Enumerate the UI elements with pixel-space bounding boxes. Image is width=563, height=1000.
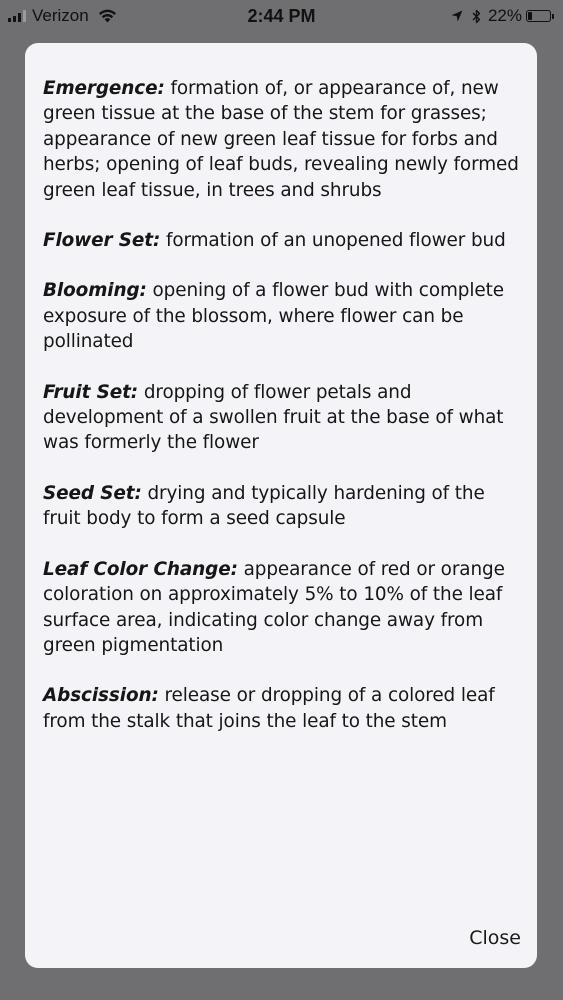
term-definition: formation of an unopened flower bud (165, 230, 506, 252)
battery-percent: 22% (487, 6, 522, 25)
definitions-list: Emergence: formation of, or appearance o… (43, 76, 523, 759)
term-name: Fruit Set: (43, 381, 139, 403)
term-name: Flower Set: (43, 230, 161, 252)
status-right: 22% (451, 6, 554, 25)
battery-icon (526, 10, 554, 22)
close-button[interactable]: Close (469, 927, 521, 949)
term-name: Leaf Color Change: (43, 558, 238, 580)
bluetooth-icon (472, 9, 481, 24)
definition-item-emergence: Emergence: formation of, or appearance o… (43, 76, 523, 203)
location-arrow-icon (451, 10, 463, 22)
term-name: Seed Set: (43, 482, 142, 504)
definition-item-leaf-color-change: Leaf Color Change: appearance of red or … (43, 557, 523, 659)
definition-item-blooming: Blooming: opening of a flower bud with c… (43, 278, 523, 354)
definitions-modal: Emergence: formation of, or appearance o… (25, 43, 537, 968)
term-name: Emergence: (43, 78, 165, 99)
status-bar: Verizon 2:44 PM 22% (0, 0, 563, 33)
definition-item-fruit-set: Fruit Set: dropping of flower petals and… (43, 380, 523, 456)
term-name: Blooming: (43, 280, 147, 302)
term-name: Abscission: (43, 685, 159, 707)
definition-item-flower-set: Flower Set: formation of an unopened flo… (43, 228, 523, 253)
definition-item-abscission: Abscission: release or dropping of a col… (43, 683, 523, 734)
definition-item-seed-set: Seed Set: drying and typically hardening… (43, 481, 523, 532)
battery-level-fill (528, 12, 532, 20)
